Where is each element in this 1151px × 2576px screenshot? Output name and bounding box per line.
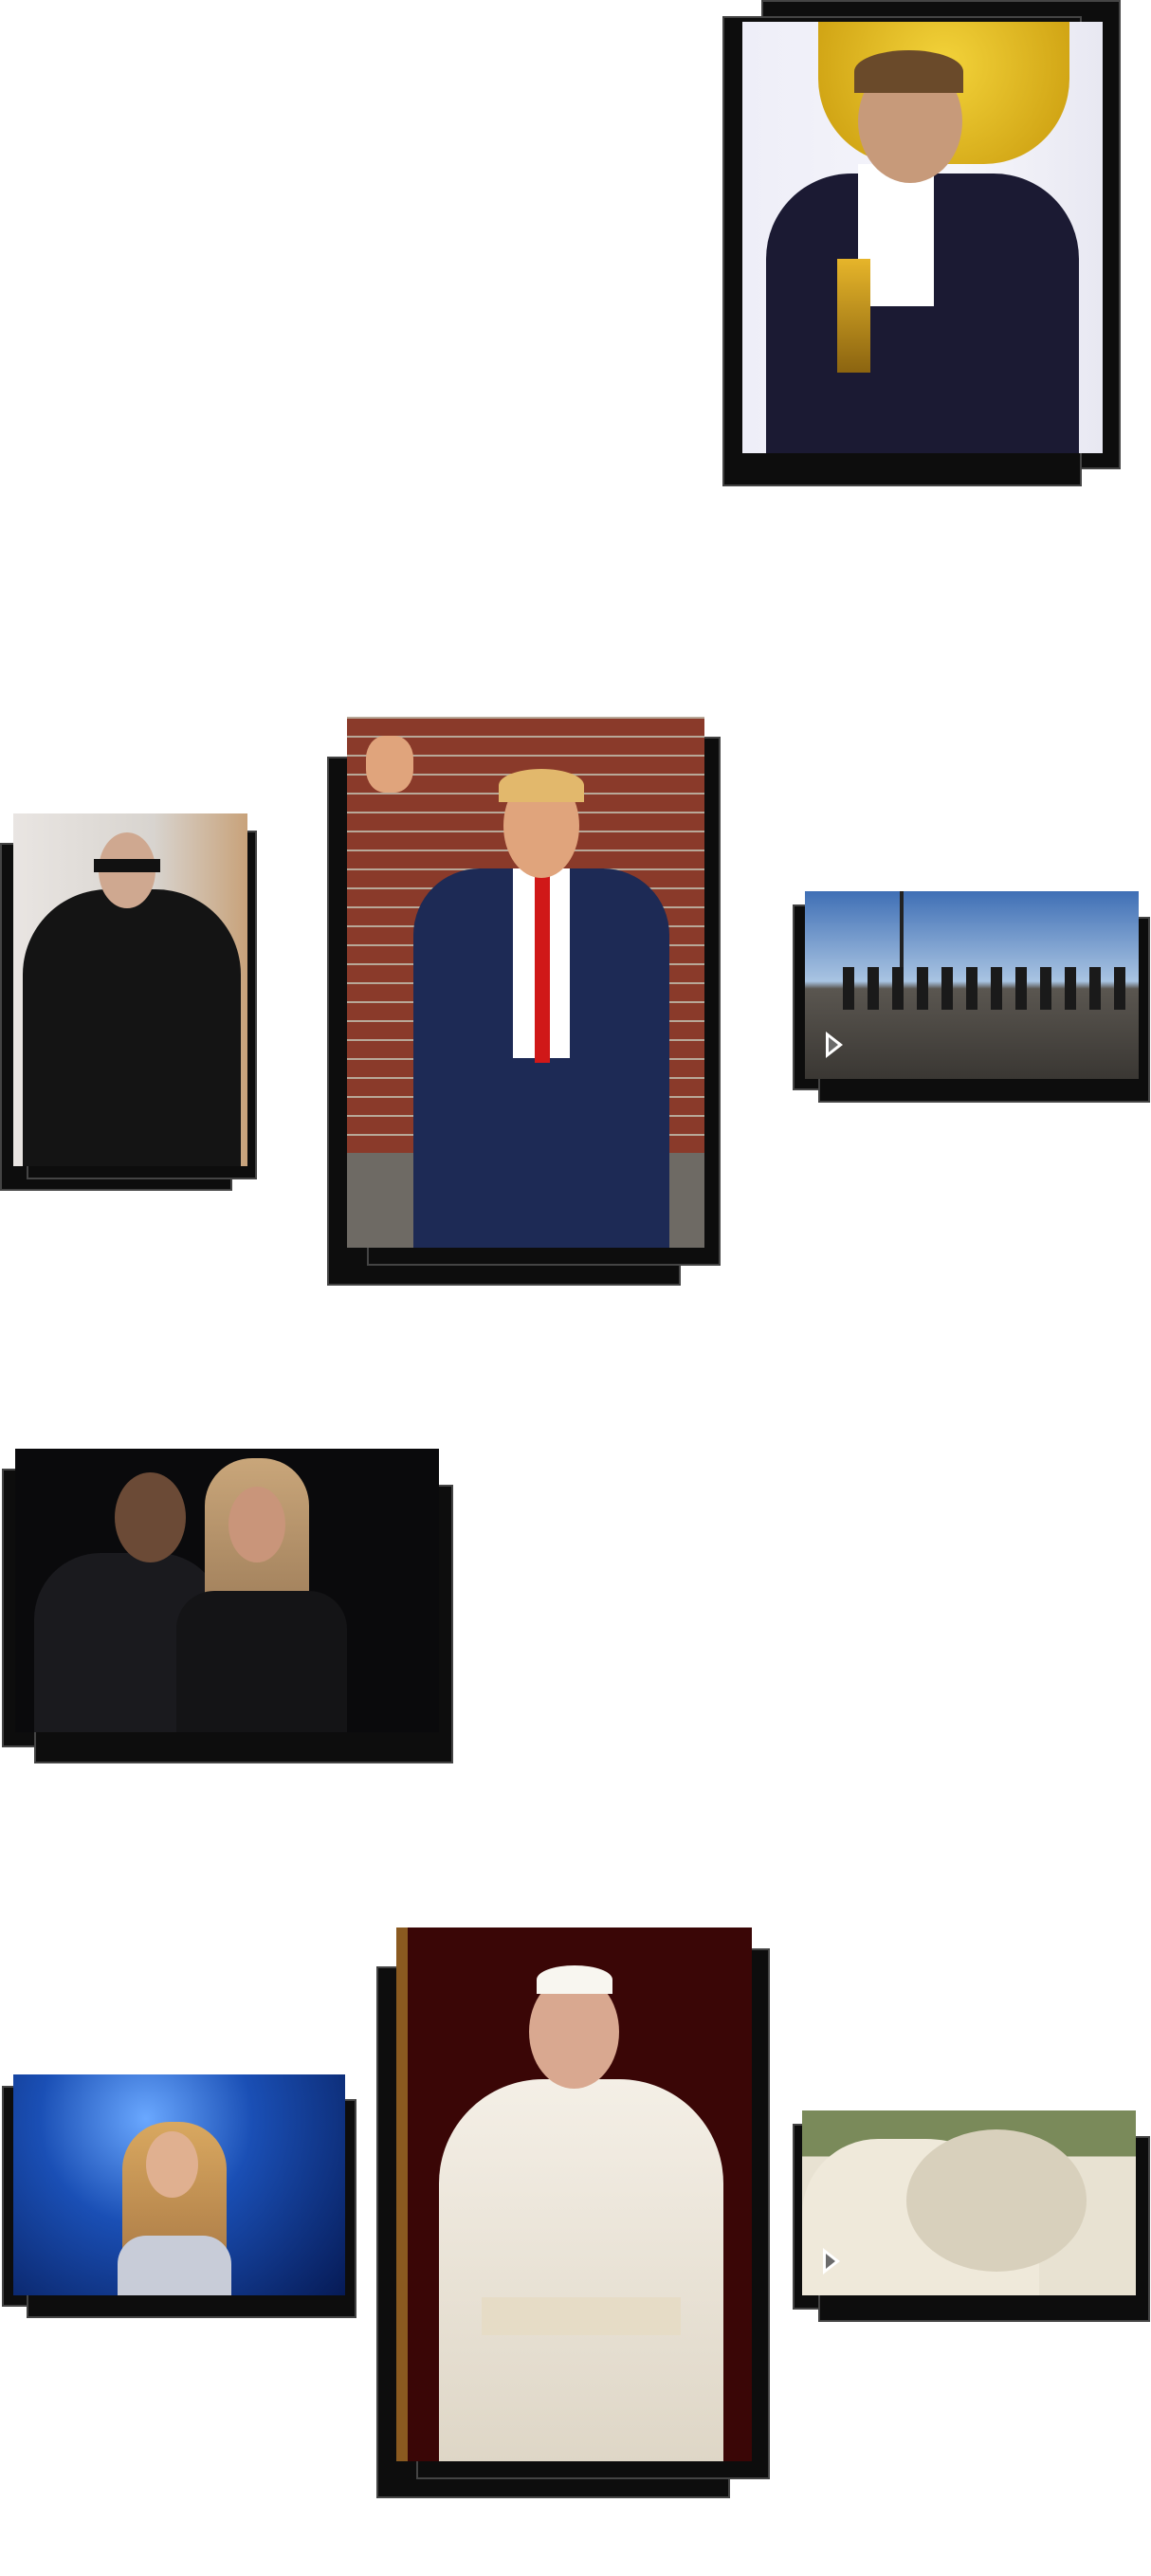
play-icon[interactable] xyxy=(826,1032,843,1058)
photo-oscar-winner[interactable] xyxy=(742,22,1103,453)
photo-man-waving[interactable] xyxy=(347,717,704,1248)
photo-pope-covering-face[interactable] xyxy=(396,1927,752,2461)
photo-singer-on-stage[interactable] xyxy=(13,2074,345,2295)
photo-polar-bears[interactable] xyxy=(802,2110,1136,2295)
photo-people-walking[interactable] xyxy=(805,891,1139,1079)
photo-woman-in-black-coat[interactable] xyxy=(13,813,247,1166)
play-icon[interactable] xyxy=(823,2248,840,2275)
photo-couple-at-night[interactable] xyxy=(15,1449,439,1732)
